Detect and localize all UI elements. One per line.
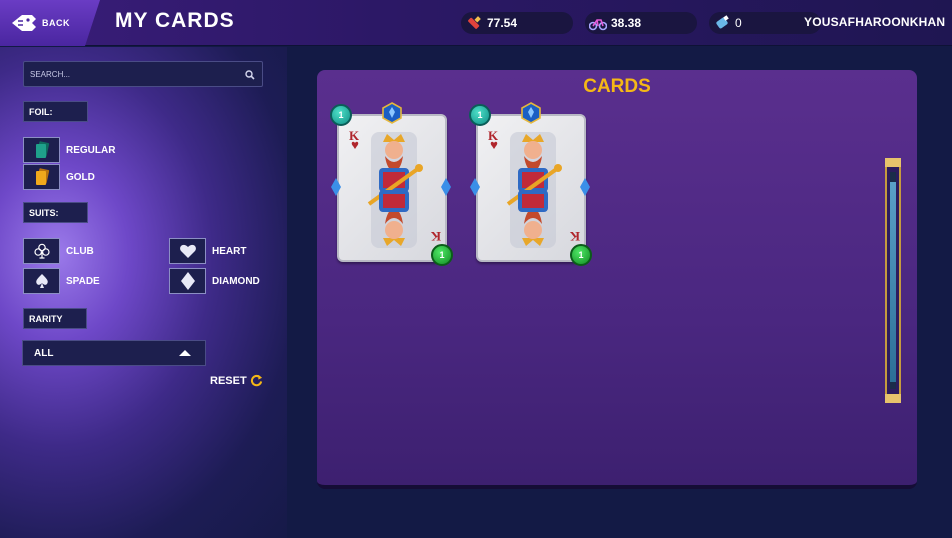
suit-option-diamond[interactable]: DIAMOND bbox=[169, 268, 260, 294]
regular-checkbox[interactable] bbox=[23, 137, 60, 163]
reset-label: RESET bbox=[210, 374, 247, 387]
sapphire-gem-icon bbox=[521, 102, 541, 124]
potion-icon bbox=[716, 15, 729, 29]
scroll-down-cap[interactable] bbox=[885, 394, 901, 403]
diamond-checkbox[interactable] bbox=[169, 268, 206, 294]
club-icon bbox=[33, 243, 50, 259]
crayon-value: 77.54 bbox=[487, 16, 518, 30]
diamond-label: DIAMOND bbox=[212, 275, 260, 287]
reset-icon bbox=[250, 374, 262, 387]
bike-balance: 38.38 bbox=[585, 12, 697, 34]
cards-panel: CARDS K K 1 1 K K 1 1 bbox=[317, 70, 917, 489]
foil-option-gold[interactable]: GOLD bbox=[23, 164, 95, 190]
heart-icon bbox=[179, 244, 196, 258]
search-icon[interactable] bbox=[245, 70, 255, 80]
card-count-badge: 1 bbox=[570, 244, 592, 266]
rarity-dropdown[interactable]: ALL bbox=[22, 340, 206, 366]
gold-cards-icon bbox=[35, 168, 49, 185]
card-face: K K bbox=[337, 114, 447, 262]
potion-value: 0 bbox=[735, 16, 742, 30]
suit-option-heart[interactable]: HEART bbox=[169, 238, 246, 264]
gold-label: GOLD bbox=[66, 171, 95, 183]
teal-cards-icon bbox=[35, 141, 49, 158]
spade-label: SPADE bbox=[66, 275, 100, 287]
rarity-value: ALL bbox=[34, 348, 54, 359]
crayon-icon bbox=[468, 16, 481, 29]
spade-checkbox[interactable] bbox=[23, 268, 60, 294]
king-figure-icon: K K bbox=[349, 128, 441, 255]
svg-text:K: K bbox=[569, 229, 580, 244]
scroll-thumb[interactable] bbox=[890, 182, 896, 382]
suits-label: SUITS: bbox=[23, 202, 88, 223]
rarity-label: RARITY bbox=[23, 308, 87, 329]
svg-text:K: K bbox=[349, 128, 360, 143]
club-checkbox[interactable] bbox=[23, 238, 60, 264]
bike-value: 38.38 bbox=[611, 16, 642, 30]
foil-label: FOIL: bbox=[23, 101, 88, 122]
king-figure-icon: K K bbox=[488, 128, 580, 255]
bike-icon bbox=[589, 19, 607, 31]
card-level-badge: 1 bbox=[330, 104, 352, 126]
card-face: K K bbox=[476, 114, 586, 262]
suit-option-club[interactable]: CLUB bbox=[23, 238, 94, 264]
fish-back-icon bbox=[12, 15, 36, 31]
cards-scrollbar[interactable] bbox=[885, 158, 901, 403]
caret-up-icon bbox=[179, 350, 191, 356]
sapphire-gem-icon bbox=[382, 102, 402, 124]
search-placeholder: SEARCH... bbox=[30, 70, 71, 79]
side-gem-icon bbox=[580, 178, 590, 196]
top-bar: BACK MY CARDS 77.54 38.38 0 YOUSAFHAROON… bbox=[0, 0, 952, 46]
card-king-of-hearts[interactable]: K K 1 1 bbox=[330, 102, 453, 266]
regular-label: REGULAR bbox=[66, 144, 116, 156]
page-title: MY CARDS bbox=[115, 9, 235, 32]
crayon-balance: 77.54 bbox=[461, 12, 573, 34]
reset-button[interactable]: RESET bbox=[210, 374, 263, 387]
gold-checkbox[interactable] bbox=[23, 164, 60, 190]
suit-option-spade[interactable]: SPADE bbox=[23, 268, 100, 294]
username: YOUSAFHAROONKHAN bbox=[804, 15, 946, 29]
spade-icon bbox=[35, 274, 48, 288]
card-level-badge: 1 bbox=[469, 104, 491, 126]
side-gem-icon bbox=[470, 178, 480, 196]
heart-label: HEART bbox=[212, 245, 247, 257]
diamond-icon bbox=[180, 272, 195, 290]
side-gem-icon bbox=[441, 178, 451, 196]
cards-title: CARDS bbox=[583, 76, 651, 97]
foil-option-regular[interactable]: REGULAR bbox=[23, 137, 115, 163]
search-input[interactable]: SEARCH... bbox=[23, 61, 263, 87]
back-button[interactable]: BACK bbox=[0, 0, 100, 46]
heart-checkbox[interactable] bbox=[169, 238, 206, 264]
svg-text:K: K bbox=[430, 229, 441, 244]
card-king-of-hearts[interactable]: K K 1 1 bbox=[469, 102, 592, 266]
card-count-badge: 1 bbox=[431, 244, 453, 266]
club-label: CLUB bbox=[66, 245, 94, 257]
back-label: BACK bbox=[42, 18, 70, 28]
side-gem-icon bbox=[331, 178, 341, 196]
svg-text:K: K bbox=[488, 128, 499, 143]
scroll-up-cap[interactable] bbox=[885, 158, 901, 167]
